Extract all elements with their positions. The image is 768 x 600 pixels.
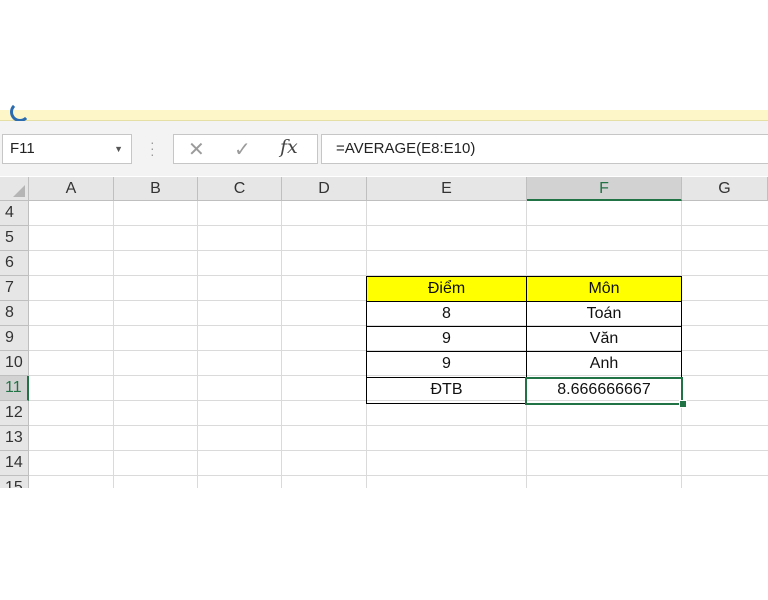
- cell-e10[interactable]: 9: [367, 352, 526, 377]
- cell-f7[interactable]: Môn: [527, 277, 681, 302]
- formula-bar: F11 ▼ · · · ✕ ✓ fx =AVERAGE(E8:E10): [0, 121, 768, 176]
- column-header-f[interactable]: F: [527, 177, 682, 201]
- gridline: [113, 201, 114, 488]
- name-box[interactable]: F11 ▼: [2, 134, 132, 164]
- column-header-g[interactable]: G: [682, 177, 768, 201]
- drag-handle-icon[interactable]: · · ·: [150, 135, 155, 161]
- row-header-8[interactable]: 8: [0, 301, 29, 326]
- column-header-b[interactable]: B: [114, 177, 198, 201]
- gridline: [281, 201, 282, 488]
- gridline: [29, 425, 768, 426]
- name-box-value: F11: [10, 140, 35, 157]
- gridline: [29, 475, 768, 476]
- row-header-10[interactable]: 10: [0, 351, 29, 376]
- row-header-6[interactable]: 6: [0, 251, 29, 276]
- row-header-12[interactable]: 12: [0, 401, 29, 426]
- row-header-7[interactable]: 7: [0, 276, 29, 301]
- gridline: [197, 201, 198, 488]
- gridline: [29, 250, 768, 251]
- formula-buttons: ✕ ✓ fx: [173, 134, 318, 164]
- insert-function-icon[interactable]: fx: [280, 136, 298, 158]
- chevron-down-icon[interactable]: ▼: [114, 135, 123, 163]
- select-all-icon: [13, 185, 25, 197]
- column-header-d[interactable]: D: [282, 177, 367, 201]
- cell-e9[interactable]: 9: [367, 327, 526, 352]
- info-banner: [0, 110, 768, 121]
- gridline: [29, 225, 768, 226]
- cell-e8[interactable]: 8: [367, 302, 526, 327]
- enter-icon[interactable]: ✓: [234, 137, 251, 162]
- cancel-icon[interactable]: ✕: [188, 137, 205, 162]
- table-border: [366, 276, 367, 404]
- cell-e7[interactable]: Điểm: [367, 277, 526, 302]
- row-header-14[interactable]: 14: [0, 451, 29, 476]
- row-header-15[interactable]: 15: [0, 476, 29, 488]
- gridline: [29, 450, 768, 451]
- cell-e11[interactable]: ĐTB: [367, 378, 526, 403]
- formula-input[interactable]: =AVERAGE(E8:E10): [321, 134, 768, 164]
- select-all-button[interactable]: [0, 177, 29, 201]
- column-header-c[interactable]: C: [198, 177, 282, 201]
- row-header-4[interactable]: 4: [0, 201, 29, 226]
- row-header-5[interactable]: 5: [0, 226, 29, 251]
- column-header-a[interactable]: A: [29, 177, 114, 201]
- cell-f9[interactable]: Văn: [527, 327, 681, 352]
- fill-handle[interactable]: [679, 400, 687, 408]
- table-border: [366, 351, 682, 352]
- row-header-9[interactable]: 9: [0, 326, 29, 351]
- row-header-13[interactable]: 13: [0, 426, 29, 451]
- row-header-11[interactable]: 11: [0, 376, 29, 401]
- banner-icon: [10, 102, 30, 122]
- table-border: [366, 276, 682, 277]
- active-cell-outline: [525, 377, 683, 405]
- column-header-e[interactable]: E: [367, 177, 527, 201]
- cell-f8[interactable]: Toán: [527, 302, 681, 327]
- table-border: [366, 326, 682, 327]
- table-border: [366, 301, 682, 302]
- cell-f10[interactable]: Anh: [527, 352, 681, 377]
